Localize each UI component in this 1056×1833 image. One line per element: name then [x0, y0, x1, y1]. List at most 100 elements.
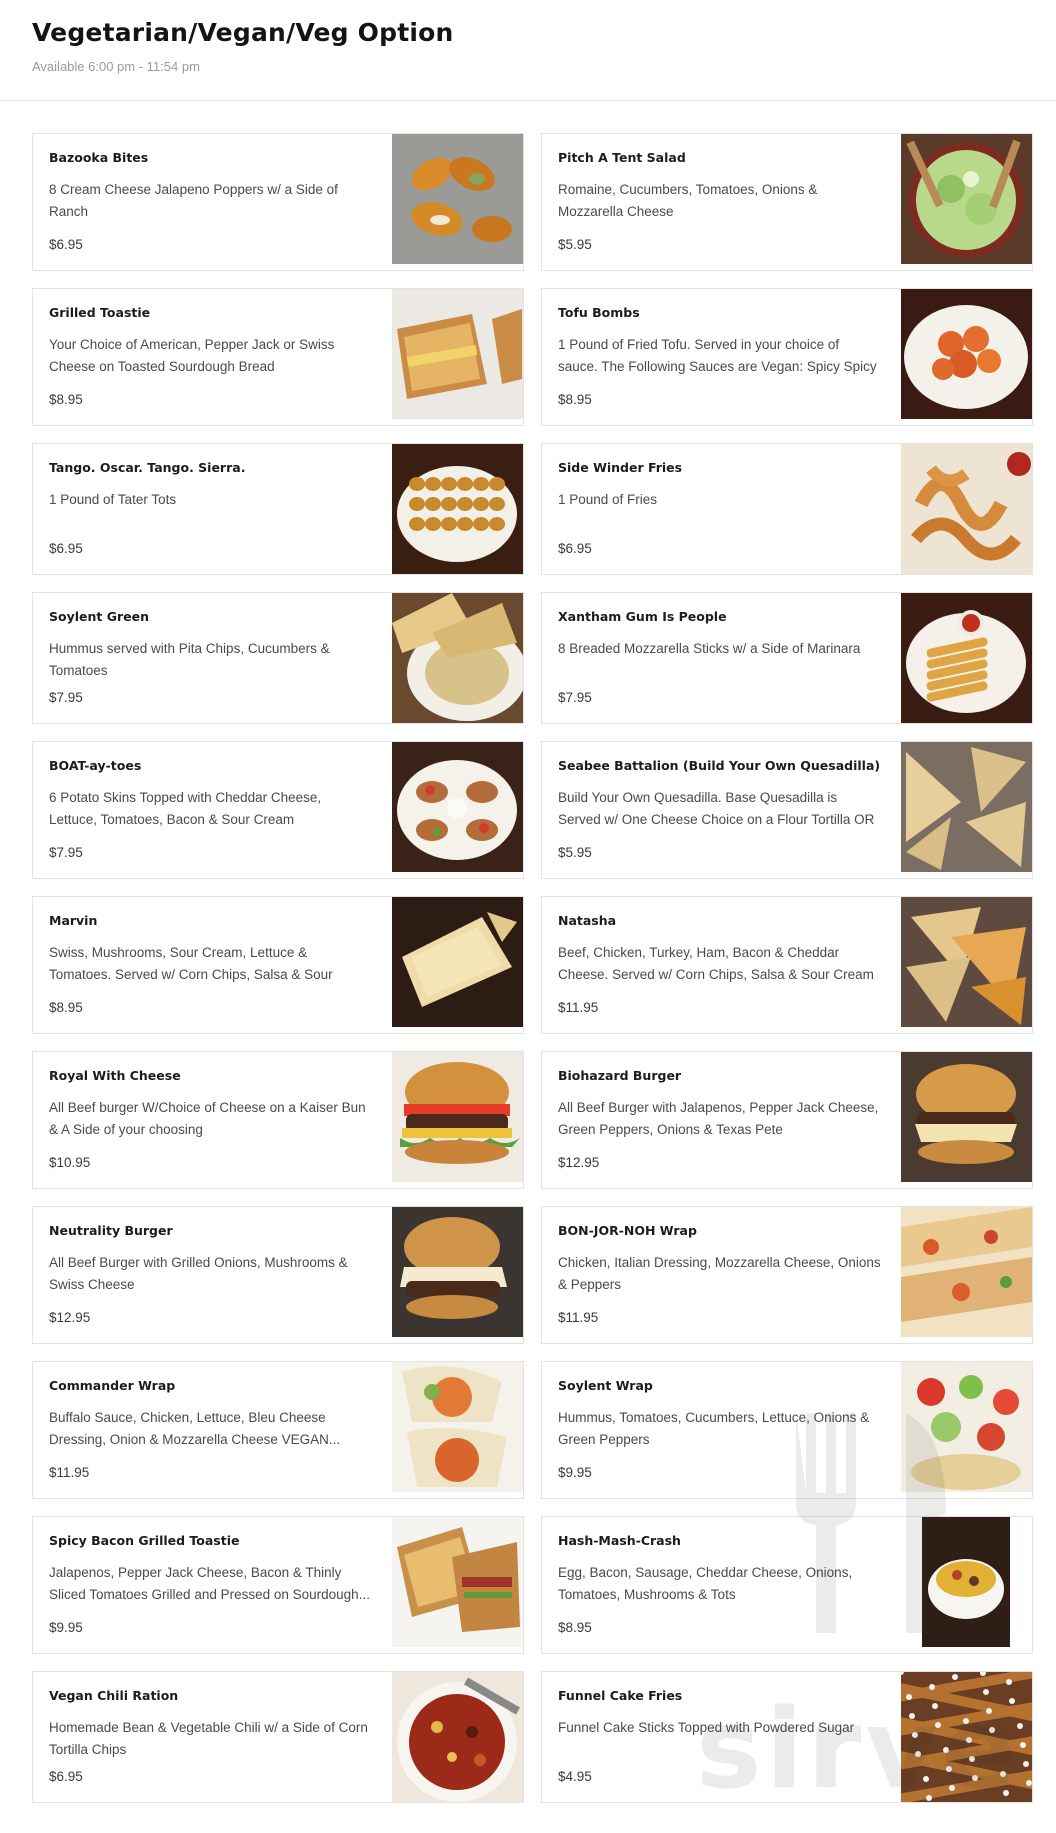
menu-item-description: Jalapenos, Pepper Jack Cheese, Bacon & T… — [49, 1565, 370, 1602]
menu-item-card[interactable]: Seabee Battalion (Build Your Own Quesadi… — [541, 741, 1033, 879]
menu-item-card[interactable]: Commander Wrap Buffalo Sauce, Chicken, Le… — [32, 1361, 524, 1499]
cheeseburger-image — [392, 1052, 523, 1182]
menu-item-price: $11.95 — [558, 1000, 599, 1015]
menu-item-price: $9.95 — [558, 1465, 592, 1480]
salad-bowl-image — [901, 134, 1032, 264]
menu-item-price: $6.95 — [558, 541, 592, 556]
menu-item-price: $8.95 — [558, 1620, 592, 1635]
menu-item-name: Soylent Green — [49, 609, 150, 624]
menu-item-price: $7.95 — [49, 690, 83, 705]
menu-item-name: Hash-Mash-Crash — [558, 1533, 681, 1548]
menu-item-description: All Beef Burger with Grilled Onions, Mus… — [49, 1255, 348, 1292]
menu-item-card[interactable]: Hash-Mash-Crash Egg, Bacon, Sausage, Ched… — [541, 1516, 1033, 1654]
menu-item-info: Tango. Oscar. Tango. Sierra. 1 Pound of T… — [33, 444, 392, 574]
menu-item-card[interactable]: Royal With Cheese All Beef burger W/Choic… — [32, 1051, 524, 1189]
menu-item-card[interactable]: Vegan Chili Ration Homemade Bean & Vegeta… — [32, 1671, 524, 1803]
availability-hours: Available 6:00 pm - 11:54 pm — [32, 59, 200, 74]
menu-item-price: $8.95 — [558, 392, 592, 407]
menu-item-name: Funnel Cake Fries — [558, 1688, 683, 1703]
menu-item-info: Seabee Battalion (Build Your Own Quesadi… — [542, 742, 901, 878]
menu-item-price: $5.95 — [558, 845, 592, 860]
menu-item-description: 8 Cream Cheese Jalapeno Poppers w/ a Sid… — [49, 182, 338, 219]
menu-item-name: Natasha — [558, 913, 617, 928]
menu-item-info: Tofu Bombs 1 Pound of Fried Tofu. Served … — [542, 289, 901, 425]
menu-item-card[interactable]: BOAT-ay-toes 6 Potato Skins Topped with C… — [32, 741, 524, 879]
menu-item-name: Biohazard Burger — [558, 1068, 682, 1083]
menu-item-name: Royal With Cheese — [49, 1068, 181, 1083]
menu-item-description: 8 Breaded Mozzarella Sticks w/ a Side of… — [558, 641, 861, 656]
menu-item-description: 1 Pound of Fries — [558, 492, 658, 507]
tater-tots-image — [392, 444, 523, 574]
menu-item-price: $11.95 — [558, 1310, 599, 1325]
menu-item-card[interactable]: Tofu Bombs 1 Pound of Fried Tofu. Served … — [541, 288, 1033, 426]
menu-item-card[interactable]: Funnel Cake Fries Funnel Cake Sticks Topp… — [541, 1671, 1033, 1803]
jalapeno-burger-image — [901, 1052, 1032, 1182]
hash-bowl-image — [922, 1517, 1010, 1647]
menu-item-name: Neutrality Burger — [49, 1223, 173, 1238]
menu-item-price: $11.95 — [49, 1465, 90, 1480]
menu-item-description: All Beef burger W/Choice of Cheese on a … — [49, 1100, 366, 1137]
menu-item-price: $12.95 — [558, 1155, 600, 1170]
menu-item-name: BOAT-ay-toes — [49, 758, 142, 773]
menu-item-description: 1 Pound of Tater Tots — [49, 492, 177, 507]
menu-item-info: BOAT-ay-toes 6 Potato Skins Topped with C… — [33, 742, 392, 878]
menu-item-info: Spicy Bacon Grilled Toastie Jalapenos, Pe… — [33, 1517, 392, 1653]
menu-item-price: $10.95 — [49, 1155, 91, 1170]
menu-item-info: Marvin Swiss, Mushrooms, Sour Cream, Lett… — [33, 897, 392, 1033]
veggie-wrap-image — [901, 1362, 1032, 1492]
menu-item-card[interactable]: Biohazard Burger All Beef Burger with Jal… — [541, 1051, 1033, 1189]
bacon-toastie-image — [392, 1517, 523, 1647]
menu-item-description: Chicken, Italian Dressing, Mozzarella Ch… — [558, 1255, 881, 1292]
menu-item-card[interactable]: Pitch A Tent Salad Romaine, Cucumbers, To… — [541, 133, 1033, 271]
menu-item-card[interactable]: Spicy Bacon Grilled Toastie Jalapenos, Pe… — [32, 1516, 524, 1654]
menu-item-name: Bazooka Bites — [49, 150, 149, 165]
swiss-burger-image — [392, 1207, 523, 1337]
menu-item-info: Vegan Chili Ration Homemade Bean & Vegeta… — [33, 1672, 392, 1802]
menu-item-card[interactable]: Soylent Green Hummus served with Pita Chi… — [32, 592, 524, 724]
menu-item-info: Bazooka Bites 8 Cream Cheese Jalapeno Pop… — [33, 134, 392, 270]
menu-item-price: $4.95 — [558, 1769, 592, 1784]
menu-item-info: Funnel Cake Fries Funnel Cake Sticks Topp… — [542, 1672, 901, 1802]
menu-item-price: $5.95 — [558, 237, 592, 252]
fried-tofu-image — [901, 289, 1032, 419]
menu-item-card[interactable]: Bazooka Bites 8 Cream Cheese Jalapeno Pop… — [32, 133, 524, 271]
menu-item-description: Egg, Bacon, Sausage, Cheddar Cheese, Oni… — [558, 1565, 853, 1602]
menu-item-description: Funnel Cake Sticks Topped with Powdered … — [558, 1720, 855, 1735]
menu-item-price: $6.95 — [49, 541, 83, 556]
hummus-image — [392, 593, 523, 723]
menu-item-price: $7.95 — [49, 845, 83, 860]
menu-item-name: Side Winder Fries — [558, 460, 683, 475]
menu-item-info: Hash-Mash-Crash Egg, Bacon, Sausage, Ched… — [542, 1517, 922, 1653]
menu-item-card[interactable]: Side Winder Fries 1 Pound of Fries $6.95 — [541, 443, 1033, 575]
menu-item-info: Side Winder Fries 1 Pound of Fries $6.95 — [542, 444, 901, 574]
menu-item-description: Romaine, Cucumbers, Tomatoes, Onions & M… — [558, 182, 818, 219]
chicken-wrap-image — [901, 1207, 1032, 1337]
menu-item-description: Hummus served with Pita Chips, Cucumbers… — [49, 641, 330, 678]
menu-item-card[interactable]: Soylent Wrap Hummus, Tomatoes, Cucumbers,… — [541, 1361, 1033, 1499]
menu-item-name: Tango. Oscar. Tango. Sierra. — [49, 460, 246, 475]
menu-item-name: Tofu Bombs — [558, 305, 640, 320]
menu-item-info: Soylent Green Hummus served with Pita Chi… — [33, 593, 392, 723]
menu-item-name: Commander Wrap — [49, 1378, 176, 1393]
quesadilla-image — [901, 742, 1032, 872]
menu-item-price: $6.95 — [49, 1769, 83, 1784]
loaded-quesadilla-image — [901, 897, 1032, 1027]
menu-item-card[interactable]: Neutrality Burger All Beef Burger with Gr… — [32, 1206, 524, 1344]
menu-item-card[interactable]: Tango. Oscar. Tango. Sierra. 1 Pound of T… — [32, 443, 524, 575]
quesadilla-plate-image — [392, 897, 523, 1027]
section-title: Vegetarian/Vegan/Veg Option — [32, 18, 454, 47]
menu-item-card[interactable]: Marvin Swiss, Mushrooms, Sour Cream, Lett… — [32, 896, 524, 1034]
menu-item-description: Your Choice of American, Pepper Jack or … — [49, 337, 335, 374]
menu-item-card[interactable]: Natasha Beef, Chicken, Turkey, Ham, Bacon… — [541, 896, 1033, 1034]
menu-items-grid: Bazooka Bites 8 Cream Cheese Jalapeno Pop… — [32, 133, 1033, 1803]
menu-item-name: Marvin — [49, 913, 98, 928]
menu-item-card[interactable]: Xantham Gum Is People 8 Breaded Mozzarell… — [541, 592, 1033, 724]
menu-item-price: $12.95 — [49, 1310, 91, 1325]
menu-item-card[interactable]: Grilled Toastie Your Choice of American, … — [32, 288, 524, 426]
menu-item-info: Natasha Beef, Chicken, Turkey, Ham, Bacon… — [542, 897, 901, 1033]
menu-item-description: Beef, Chicken, Turkey, Ham, Bacon & Ched… — [558, 945, 874, 982]
menu-item-card[interactable]: BON-JOR-NOH Wrap Chicken, Italian Dressin… — [541, 1206, 1033, 1344]
menu-item-info: Biohazard Burger All Beef Burger with Jal… — [542, 1052, 901, 1188]
menu-item-price: $8.95 — [49, 1000, 83, 1015]
menu-item-info: Pitch A Tent Salad Romaine, Cucumbers, To… — [542, 134, 901, 270]
